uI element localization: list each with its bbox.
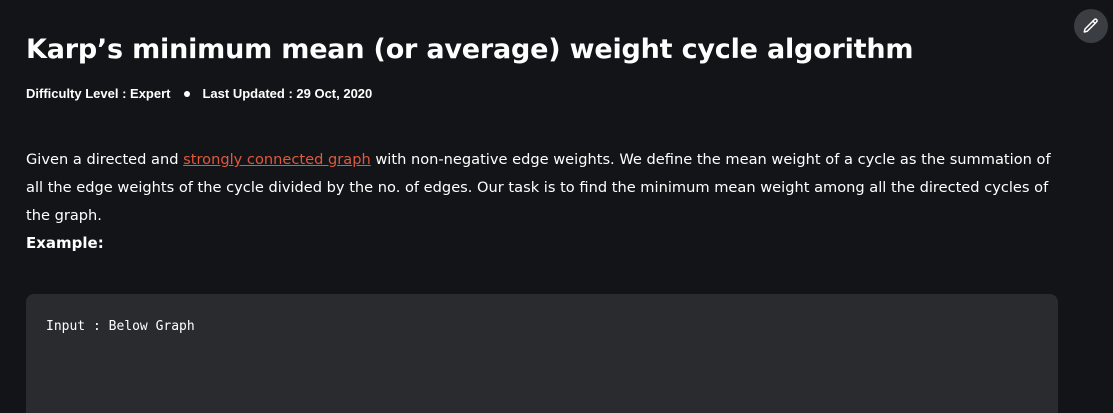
last-updated: Last Updated : 29 Oct, 2020 (202, 86, 373, 101)
pencil-icon (1083, 18, 1098, 33)
strongly-connected-graph-link[interactable]: strongly connected graph (183, 151, 371, 168)
example-heading: Example: (26, 234, 104, 252)
bullet-dot (184, 91, 191, 97)
difficulty-level: Difficulty Level : Expert (26, 86, 171, 101)
intro-text-start: Given a directed and (26, 151, 184, 168)
code-block: Input : Below Graph (26, 294, 1058, 413)
intro-paragraph: Given a directed and strongly connected … (26, 146, 1056, 230)
article-meta: Difficulty Level : Expert Last Updated :… (26, 84, 372, 104)
code-line: Input : Below Graph (46, 319, 195, 334)
edit-button[interactable] (1074, 9, 1108, 43)
article-title: Karp’s minimum mean (or average) weight … (26, 34, 914, 65)
